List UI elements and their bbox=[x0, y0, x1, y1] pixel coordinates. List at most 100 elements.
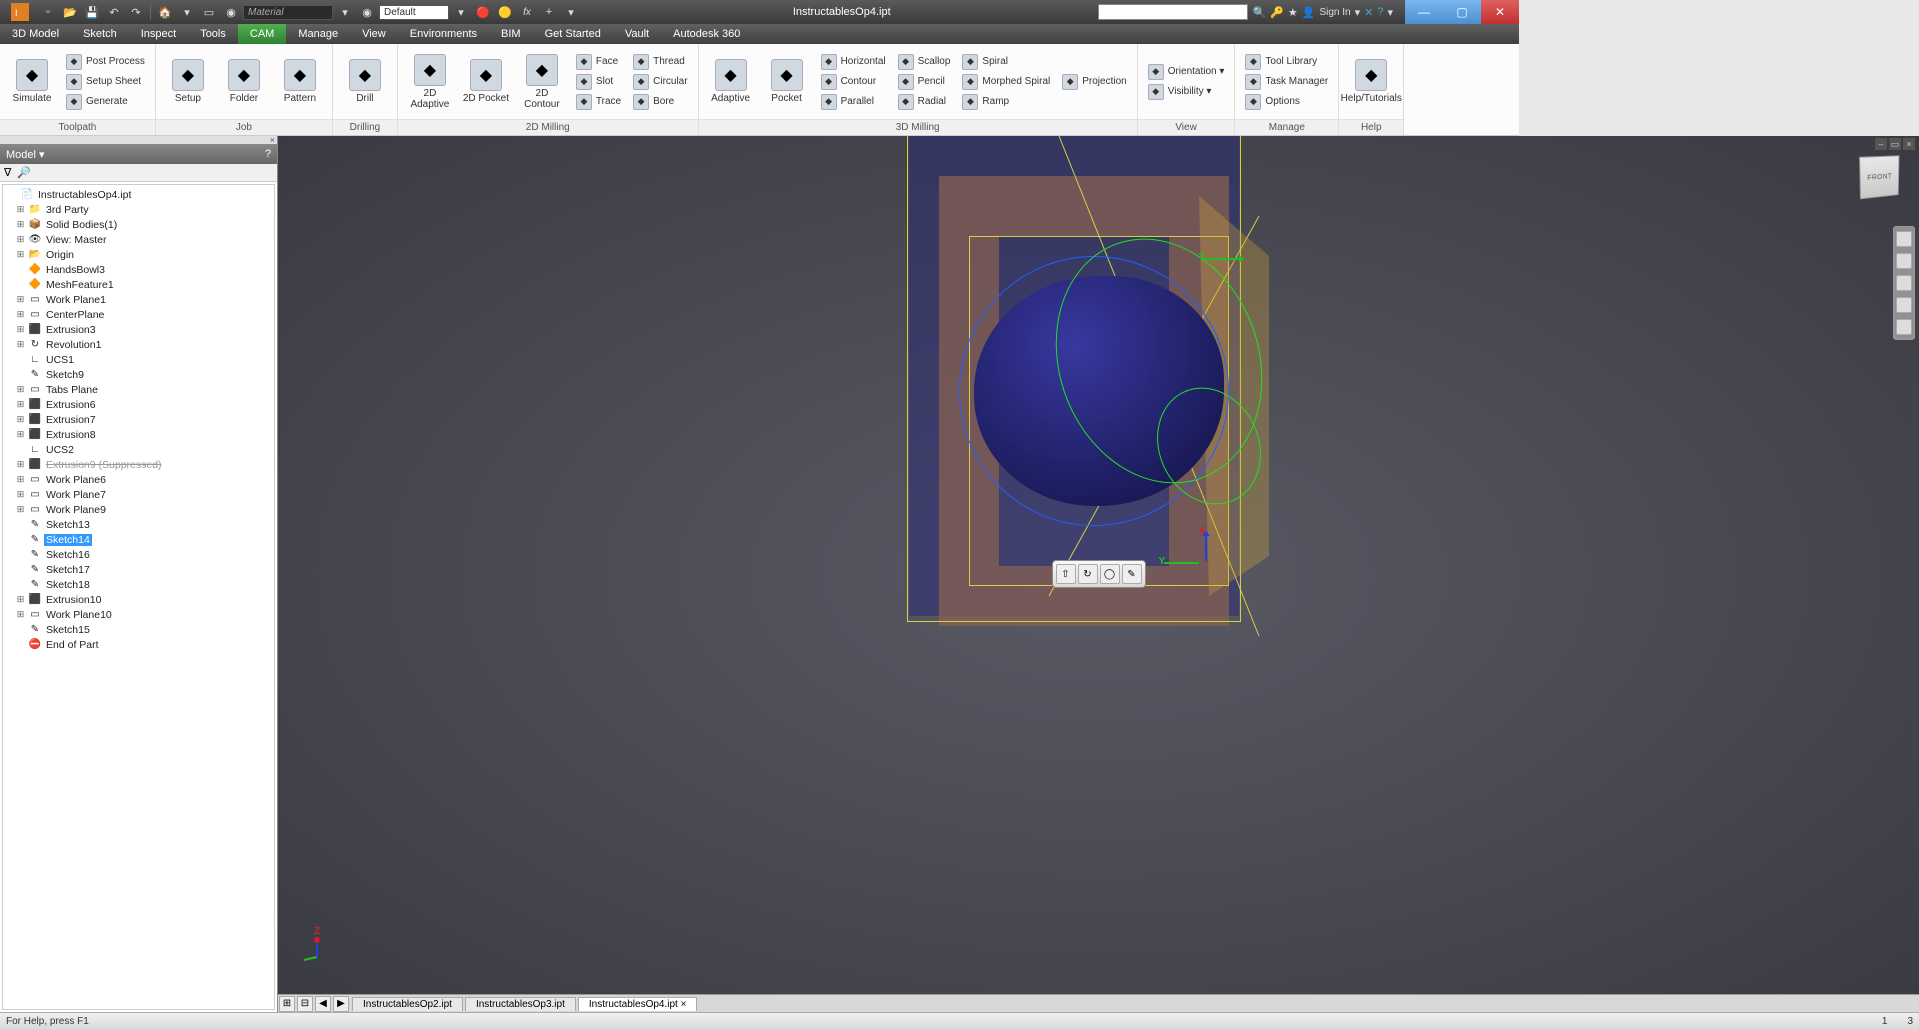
expand-icon[interactable]: ⊞ bbox=[15, 609, 26, 620]
zoom-icon[interactable] bbox=[1896, 297, 1912, 313]
close-icon[interactable]: × bbox=[1903, 138, 1915, 150]
simulate-button[interactable]: ◆Simulate bbox=[6, 57, 58, 106]
search-input[interactable] bbox=[1098, 4, 1248, 20]
expand-icon[interactable]: ⊞ bbox=[15, 219, 26, 230]
app-icon[interactable]: I bbox=[4, 3, 36, 21]
tree-node[interactable]: ✎Sketch16 bbox=[3, 547, 274, 562]
projection-button[interactable]: ◆Projection bbox=[1058, 73, 1130, 91]
document-tab[interactable]: InstructablesOp3.ipt bbox=[465, 997, 576, 1011]
star-icon[interactable]: ★ bbox=[1288, 6, 1298, 19]
revolve-icon[interactable]: ↻ bbox=[1078, 564, 1098, 584]
expand-icon[interactable]: ⊞ bbox=[15, 384, 26, 395]
redo-icon[interactable]: ↷ bbox=[126, 3, 146, 21]
open-icon[interactable]: 📂 bbox=[60, 3, 80, 21]
menu-tab-sketch[interactable]: Sketch bbox=[71, 24, 129, 44]
menu-tab-tools[interactable]: Tools bbox=[188, 24, 238, 44]
tree-node[interactable]: ⊞📁3rd Party bbox=[3, 202, 274, 217]
face-button[interactable]: ◆Face bbox=[572, 53, 625, 71]
expand-icon[interactable]: ⊞ bbox=[15, 399, 26, 410]
chevron-down-icon[interactable]: ▾ bbox=[335, 3, 355, 21]
tab-nav-prev-icon[interactable]: ◀ bbox=[315, 996, 331, 1012]
tree-node[interactable]: ∟UCS2 bbox=[3, 442, 274, 457]
pencil-button[interactable]: ◆Pencil bbox=[894, 73, 955, 91]
minimize-icon[interactable]: – bbox=[1875, 138, 1887, 150]
tree-node[interactable]: ⊞▭Work Plane9 bbox=[3, 502, 274, 517]
chevron-down-icon[interactable]: ▾ bbox=[451, 3, 471, 21]
tree-node[interactable]: ⊞▭CenterPlane bbox=[3, 307, 274, 322]
viewcube[interactable]: FRONT bbox=[1859, 155, 1899, 199]
viewport[interactable]: – ▭ × FRONT bbox=[278, 136, 1919, 1012]
save-icon[interactable]: 💾 bbox=[82, 3, 102, 21]
tool-library-button[interactable]: ◆Tool Library bbox=[1241, 53, 1332, 71]
undo-icon[interactable]: ↶ bbox=[104, 3, 124, 21]
scallop-button[interactable]: ◆Scallop bbox=[894, 53, 955, 71]
tree-node[interactable]: ⊞▭Work Plane7 bbox=[3, 487, 274, 502]
menu-tab-environments[interactable]: Environments bbox=[398, 24, 489, 44]
fx-icon[interactable]: fx bbox=[517, 3, 537, 21]
setup-sheet-button[interactable]: ◆Setup Sheet bbox=[62, 73, 149, 91]
expand-icon[interactable]: ⊞ bbox=[15, 234, 26, 245]
expand-icon[interactable]: ⊞ bbox=[15, 594, 26, 605]
chevron-down-icon[interactable]: ▾ bbox=[1355, 6, 1361, 19]
horizontal-button[interactable]: ◆Horizontal bbox=[817, 53, 890, 71]
expand-icon[interactable]: ⊞ bbox=[15, 339, 26, 350]
visibility-button[interactable]: ◆Visibility ▾ bbox=[1144, 83, 1229, 101]
qat-customize-icon[interactable]: ▾ bbox=[561, 3, 581, 21]
model-tree[interactable]: 📄InstructablesOp4.ipt⊞📁3rd Party⊞📦Solid … bbox=[2, 184, 275, 1010]
material-dropdown[interactable]: Material bbox=[243, 5, 333, 20]
document-tab[interactable]: InstructablesOp4.ipt × bbox=[578, 997, 698, 1011]
tree-node[interactable]: ⊞📂Origin bbox=[3, 247, 274, 262]
close-button[interactable]: ✕ bbox=[1481, 0, 1519, 24]
morphed-spiral-button[interactable]: ◆Morphed Spiral bbox=[958, 73, 1054, 91]
search-icon[interactable]: 🔍 bbox=[1252, 6, 1266, 19]
tree-node[interactable]: ⊞⬛Extrusion3 bbox=[3, 322, 274, 337]
bore-button[interactable]: ◆Bore bbox=[629, 93, 691, 111]
thread-button[interactable]: ◆Thread bbox=[629, 53, 691, 71]
home-icon[interactable]: 🏠 bbox=[155, 3, 175, 21]
tree-node[interactable]: ⊞⬛Extrusion8 bbox=[3, 427, 274, 442]
help-icon[interactable]: ? bbox=[265, 148, 271, 160]
post-process-button[interactable]: ◆Post Process bbox=[62, 53, 149, 71]
menu-tab-3d-model[interactable]: 3D Model bbox=[0, 24, 71, 44]
plus-icon[interactable]: + bbox=[539, 3, 559, 21]
menu-tab-get-started[interactable]: Get Started bbox=[533, 24, 613, 44]
tree-node[interactable]: ⊞▭Work Plane6 bbox=[3, 472, 274, 487]
tree-node[interactable]: ⊞▭Work Plane1 bbox=[3, 292, 274, 307]
parallel-button[interactable]: ◆Parallel bbox=[817, 93, 890, 111]
color-override-icon[interactable]: 🔴 bbox=[473, 3, 493, 21]
home-icon[interactable] bbox=[1896, 231, 1912, 247]
options-button[interactable]: ◆Options bbox=[1241, 93, 1332, 111]
chevron-down-icon[interactable]: ▾ bbox=[177, 3, 197, 21]
extrude-icon[interactable]: ⇧ bbox=[1056, 564, 1076, 584]
tree-node[interactable]: ⊞▭Tabs Plane bbox=[3, 382, 274, 397]
maximize-button[interactable]: ▢ bbox=[1443, 0, 1481, 24]
tree-node[interactable]: 🔶HandsBowl3 bbox=[3, 262, 274, 277]
tab-layout-icon[interactable]: ⊟ bbox=[297, 996, 313, 1012]
slot-button[interactable]: ◆Slot bbox=[572, 73, 625, 91]
setup-button[interactable]: ◆Setup bbox=[162, 57, 214, 106]
appearance-sphere-icon[interactable]: ◉ bbox=[357, 3, 377, 21]
tree-node[interactable]: ✎Sketch9 bbox=[3, 367, 274, 382]
hole-icon[interactable]: ◯ bbox=[1100, 564, 1120, 584]
tree-node[interactable]: ⊞📦Solid Bodies(1) bbox=[3, 217, 274, 232]
orbit-icon[interactable] bbox=[1896, 253, 1912, 269]
drill-button[interactable]: ◆Drill bbox=[339, 57, 391, 106]
pattern-button[interactable]: ◆Pattern bbox=[274, 57, 326, 106]
adaptive-button[interactable]: ◆Adaptive bbox=[705, 57, 757, 106]
2d-contour-button[interactable]: ◆2D Contour bbox=[516, 52, 568, 112]
color-clear-icon[interactable]: 🟡 bbox=[495, 3, 515, 21]
expand-icon[interactable]: ⊞ bbox=[15, 249, 26, 260]
contour-button[interactable]: ◆Contour bbox=[817, 73, 890, 91]
menu-tab-cam[interactable]: CAM bbox=[238, 24, 286, 44]
tree-node[interactable]: 📄InstructablesOp4.ipt bbox=[3, 187, 274, 202]
menu-tab-view[interactable]: View bbox=[350, 24, 398, 44]
select-icon[interactable]: ▭ bbox=[199, 3, 219, 21]
tree-node[interactable]: ∟UCS1 bbox=[3, 352, 274, 367]
radial-button[interactable]: ◆Radial bbox=[894, 93, 955, 111]
expand-icon[interactable]: ⊞ bbox=[15, 504, 26, 515]
task-manager-button[interactable]: ◆Task Manager bbox=[1241, 73, 1332, 91]
tree-node[interactable]: 🔶MeshFeature1 bbox=[3, 277, 274, 292]
menu-tab-inspect[interactable]: Inspect bbox=[129, 24, 188, 44]
circular-button[interactable]: ◆Circular bbox=[629, 73, 691, 91]
browser-close-icon[interactable]: × bbox=[0, 136, 277, 144]
